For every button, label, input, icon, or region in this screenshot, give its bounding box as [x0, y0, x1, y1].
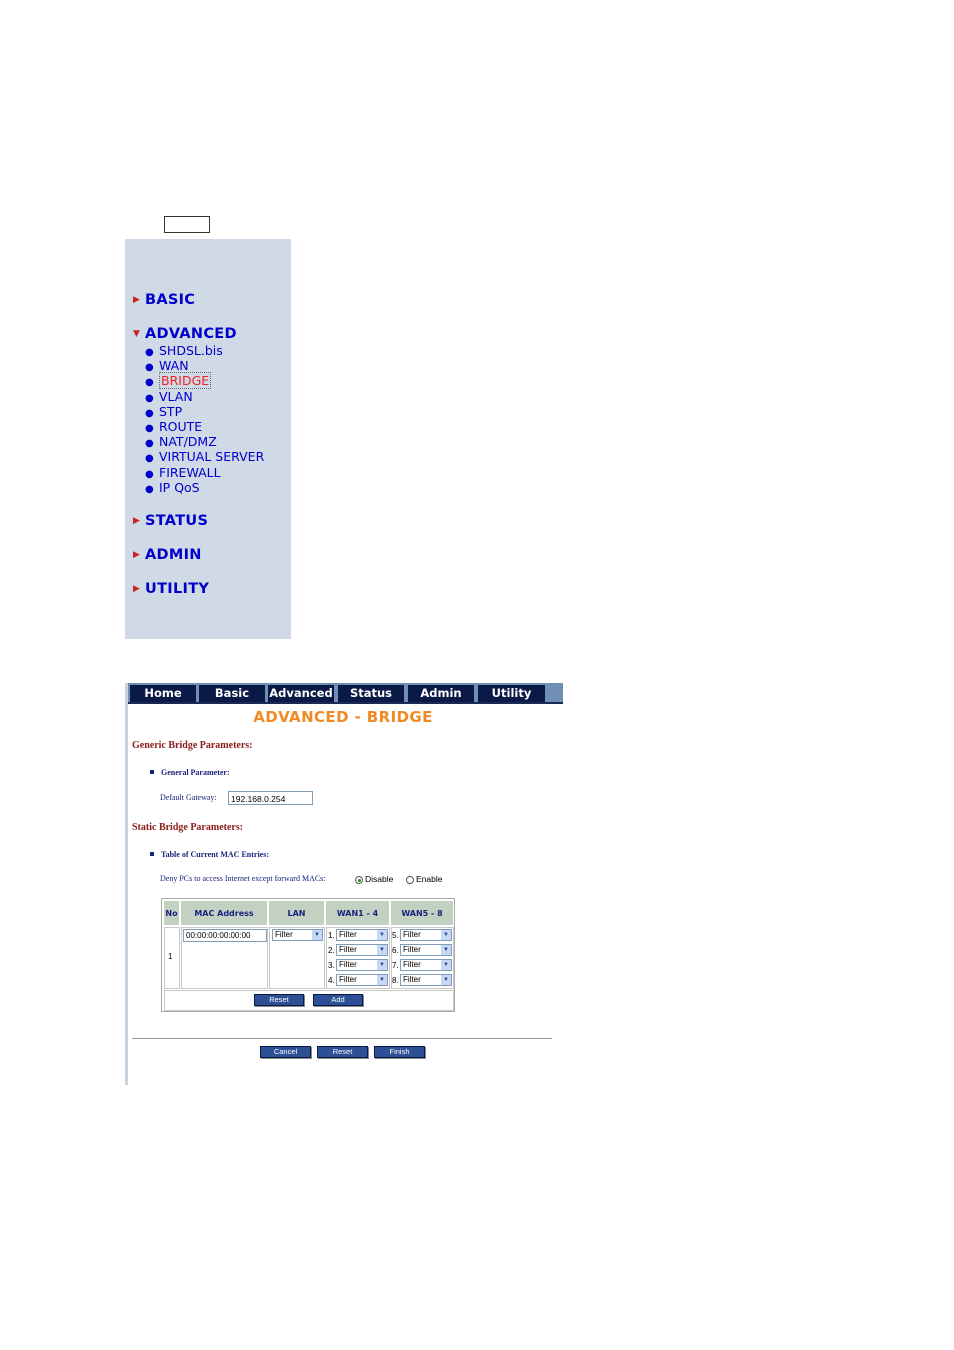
lan-select[interactable]: Filter ▼	[272, 929, 323, 941]
nav-underline	[128, 702, 563, 704]
tab-home[interactable]: Home	[130, 685, 196, 702]
wan-port-number: 4.	[328, 976, 335, 985]
square-bullet-icon	[150, 770, 154, 774]
mac-address-input[interactable]: 00:00:00:00:00:00	[183, 929, 267, 942]
radio-disable-label: Disable	[365, 874, 394, 884]
wan2-select[interactable]: Filter ▼	[336, 944, 388, 956]
sidebar-item-ip-qos[interactable]: ● IP QoS	[145, 480, 264, 495]
wan-port-number: 8.	[392, 976, 399, 985]
default-gateway-label: Default Gateway:	[160, 793, 217, 802]
sidebar-item-firewall[interactable]: ● FIREWALL	[145, 465, 264, 480]
radio-disable[interactable]	[355, 876, 363, 884]
table-reset-button[interactable]: Reset	[254, 994, 304, 1006]
sidebar-item-vlan[interactable]: ● VLAN	[145, 389, 264, 404]
sidebar-item-stp[interactable]: ● STP	[145, 404, 264, 419]
sidebar-section-status[interactable]: ▶ STATUS	[133, 513, 208, 529]
wan-port-number: 5.	[392, 931, 399, 940]
radio-enable-label: Enable	[416, 874, 443, 884]
sidebar-item-nat-dmz[interactable]: ● NAT/DMZ	[145, 434, 264, 449]
wan-port-number: 7.	[392, 961, 399, 970]
square-bullet-icon	[150, 852, 154, 856]
chevron-down-icon: ▼	[441, 975, 451, 985]
sidebar-section-utility[interactable]: ▶ UTILITY	[133, 581, 209, 597]
static-bridge-heading: Static Bridge Parameters:	[132, 822, 244, 833]
cancel-button[interactable]: Cancel	[260, 1046, 311, 1058]
chevron-down-icon: ▼	[441, 930, 451, 940]
sidebar-item-bridge[interactable]: ● BRIDGE	[145, 372, 264, 390]
wan-port-number: 3.	[328, 961, 335, 970]
mac-entries-table: No MAC Address LAN WAN1 - 4 WAN5 - 8 1 0…	[161, 898, 455, 1012]
tab-basic[interactable]: Basic	[199, 685, 265, 702]
advanced-submenu: ● SHDSL.bis ● WAN ● BRIDGE ● VLAN ● STP ● ROUT…	[145, 343, 264, 495]
blank-input-box	[164, 216, 210, 233]
wan-port-number: 1.	[328, 931, 335, 940]
sidebar-menu: ▶ BASIC ▼ ADVANCED ● SHDSL.bis ● WAN ● BRIDGE…	[125, 239, 291, 639]
sidebar-section-advanced[interactable]: ▼ ADVANCED	[133, 326, 237, 342]
default-gateway-input[interactable]: 192.168.0.254	[228, 791, 313, 805]
mac-table-heading: Table of Current MAC Entries:	[150, 850, 269, 859]
sidebar-section-basic[interactable]: ▶ BASIC	[133, 292, 195, 308]
page-title: ADVANCED - BRIDGE	[253, 708, 433, 726]
finish-button[interactable]: Finish	[374, 1046, 425, 1058]
sidebar-item-route[interactable]: ● ROUTE	[145, 419, 264, 434]
arrow-right-icon: ▶	[133, 516, 141, 526]
sidebar-item-wan[interactable]: ● WAN	[145, 358, 264, 373]
tab-admin[interactable]: Admin	[408, 685, 474, 702]
wan1-select[interactable]: Filter ▼	[336, 929, 388, 941]
chevron-down-icon: ▼	[312, 930, 322, 940]
wan5-select[interactable]: Filter ▼	[400, 929, 452, 941]
table-add-button[interactable]: Add	[313, 994, 363, 1006]
top-nav-bar: Home Basic Advanced Status Admin Utility	[128, 683, 563, 704]
sidebar-item-virtual-server[interactable]: ● VIRTUAL SERVER	[145, 449, 264, 464]
header-mac-address: MAC Address	[181, 901, 267, 925]
arrow-right-icon: ▶	[133, 550, 141, 560]
tab-advanced[interactable]: Advanced	[268, 685, 334, 702]
chevron-down-icon: ▼	[377, 975, 387, 985]
wan6-select[interactable]: Filter ▼	[400, 944, 452, 956]
radio-enable[interactable]	[406, 876, 414, 884]
chevron-down-icon: ▼	[377, 960, 387, 970]
sidebar-item-shdsl[interactable]: ● SHDSL.bis	[145, 343, 264, 358]
wan3-select[interactable]: Filter ▼	[336, 959, 388, 971]
bridge-config-panel: Home Basic Advanced Status Admin Utility…	[125, 683, 563, 1085]
wan4-select[interactable]: Filter ▼	[336, 974, 388, 986]
arrow-right-icon: ▶	[133, 584, 141, 594]
row-number: 1	[168, 952, 173, 961]
deny-pcs-label: Deny PCs to access Internet except forwa…	[160, 874, 326, 883]
wan7-select[interactable]: Filter ▼	[400, 959, 452, 971]
header-no: No	[164, 901, 179, 925]
chevron-down-icon: ▼	[441, 960, 451, 970]
footer-divider	[132, 1038, 552, 1039]
table-actions-row	[164, 990, 454, 1011]
general-parameter-heading: General Parameter:	[150, 768, 230, 777]
header-wan1-4: WAN1 - 4	[326, 901, 389, 925]
chevron-down-icon: ▼	[377, 930, 387, 940]
tab-status[interactable]: Status	[338, 685, 404, 702]
wan8-select[interactable]: Filter ▼	[400, 974, 452, 986]
wan-port-number: 2.	[328, 946, 335, 955]
header-lan: LAN	[269, 901, 324, 925]
generic-bridge-heading: Generic Bridge Parameters:	[132, 740, 253, 751]
wan-port-number: 6.	[392, 946, 399, 955]
sidebar-section-admin[interactable]: ▶ ADMIN	[133, 547, 202, 563]
bullet-icon: ●	[145, 483, 154, 495]
reset-button[interactable]: Reset	[317, 1046, 368, 1058]
tab-utility[interactable]: Utility	[478, 685, 545, 702]
arrow-down-icon: ▼	[133, 329, 141, 339]
header-wan5-8: WAN5 - 8	[391, 901, 453, 925]
arrow-right-icon: ▶	[133, 295, 141, 305]
chevron-down-icon: ▼	[377, 945, 387, 955]
chevron-down-icon: ▼	[441, 945, 451, 955]
